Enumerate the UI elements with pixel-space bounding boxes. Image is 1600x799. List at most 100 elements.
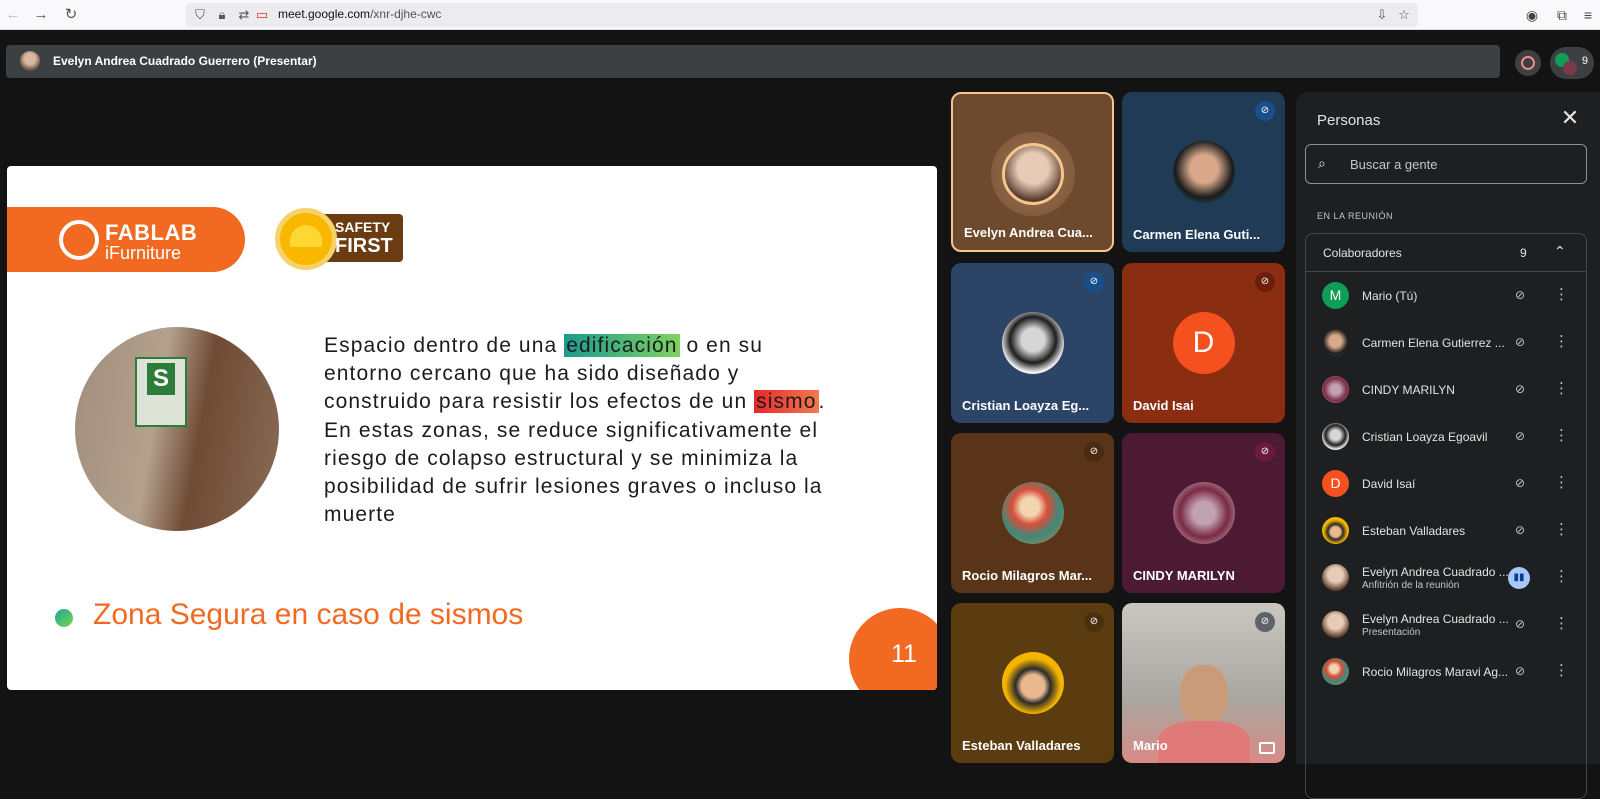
fablab-logo-icon [59,220,99,260]
tile-name: David Isai [1133,398,1194,413]
save-page-icon[interactable]: ⇩ [1374,6,1390,24]
permissions-icon[interactable]: ⇄ [236,6,252,24]
mic-off-icon[interactable]: ⊘ [1510,426,1530,446]
list-item[interactable]: M Mario (Tú) ⊘ ⋮ [1306,272,1586,319]
person-name: Carmen Elena Gutierrez ... [1362,336,1505,350]
safe-zone-sign: S [135,357,187,427]
person-name: CINDY MARILYN [1362,383,1455,397]
list-item[interactable]: Cristian Loayza Egoavil ⊘ ⋮ [1306,413,1586,460]
participants-button[interactable]: 9 [1550,47,1594,79]
presentation-audio-off-icon[interactable]: ⊘ [1510,614,1530,634]
speaking-indicator-icon: ▮▮ [1508,567,1530,589]
person-role: Presentación [1362,627,1421,638]
mic-off-icon: ⊘ [1255,101,1275,121]
more-options-icon[interactable]: ⋮ [1554,426,1569,446]
browser-toolbar: ← → ↻ ⛉ 🔒︎ ⇄ ▭ meet.google.com/xnr-djhe-… [0,0,1600,30]
participant-tile[interactable]: ⊘ Cristian Loayza Eg... [951,263,1114,423]
safety-first-logo: SAFETY FIRST [275,208,403,270]
helmet-icon [275,208,337,270]
list-item[interactable]: D David Isaí ⊘ ⋮ [1306,460,1586,507]
url-path: /xnr-djhe-cwc [370,7,442,21]
more-options-icon[interactable]: ⋮ [1554,661,1569,681]
slide-body-text: Espacio dentro de una edificación o en s… [324,332,844,529]
mic-off-icon[interactable]: ⊘ [1510,285,1530,305]
list-item[interactable]: Carmen Elena Gutierrez ... ⊘ ⋮ [1306,319,1586,366]
lock-icon[interactable]: 🔒︎ [214,6,230,24]
pip-icon[interactable] [1259,742,1275,754]
group-count: 9 [1520,246,1527,260]
bookmark-star-icon[interactable]: ☆ [1396,6,1412,24]
more-options-icon[interactable]: ⋮ [1554,567,1569,587]
participant-tile[interactable]: ⊘ Carmen Elena Guti... [1122,92,1285,252]
people-panel: Personas ✕ ⌕ EN LA REUNIÓN Colaboradores… [1296,92,1600,799]
avatar: D [1172,312,1235,374]
tile-name: Carmen Elena Guti... [1133,227,1261,242]
participant-tile[interactable]: ⊘ D David Isai [1122,263,1285,423]
more-options-icon[interactable]: ⋮ [1554,332,1569,352]
close-icon[interactable]: ✕ [1558,106,1582,130]
safety-line1: SAFETY [335,219,391,235]
person-name: Evelyn Andrea Cuadrado ... [1362,565,1509,579]
more-options-icon[interactable]: ⋮ [1554,379,1569,399]
mic-off-icon[interactable]: ⊘ [1510,473,1530,493]
tile-name: Evelyn Andrea Cua... [964,225,1093,240]
participant-tile[interactable]: ⊘ Mario [1122,603,1285,763]
list-item[interactable]: Evelyn Andrea Cuadrado ... Anfitrión de … [1306,554,1586,601]
chevron-up-icon[interactable]: ⌃ [1554,243,1566,260]
mini-avatar [1563,61,1577,75]
list-item[interactable]: Evelyn Andrea Cuadrado ... Presentación … [1306,601,1586,648]
avatar [1001,312,1064,374]
menu-icon[interactable]: ≡ [1578,5,1598,25]
more-options-icon[interactable]: ⋮ [1554,473,1569,493]
mic-off-icon[interactable]: ⊘ [1510,520,1530,540]
list-item[interactable]: Rocio Milagros Maravi Ag... ⊘ ⋮ [1306,648,1586,695]
mic-off-icon: ⊘ [1255,612,1275,632]
account-icon[interactable]: ◉ [1522,5,1542,25]
list-item[interactable]: CINDY MARILYN ⊘ ⋮ [1306,366,1586,413]
extensions-icon[interactable]: ⧉ [1552,5,1572,25]
more-options-icon[interactable]: ⋮ [1554,614,1569,634]
participant-count: 9 [1581,55,1588,67]
mic-off-icon: ⊘ [1084,442,1104,462]
mic-off-icon[interactable]: ⊘ [1510,379,1530,399]
address-bar[interactable]: ⛉ 🔒︎ ⇄ ▭ meet.google.com/xnr-djhe-cwc ⇩ … [186,3,1418,27]
avatar [1322,564,1349,591]
shield-icon[interactable]: ⛉ [192,6,208,24]
safety-line2: FIRST [335,235,393,257]
presenter-avatar [20,51,40,71]
forward-icon[interactable]: → [31,5,51,25]
reload-icon[interactable]: ↻ [61,5,81,25]
more-options-icon[interactable]: ⋮ [1554,520,1569,540]
participant-tile[interactable]: Evelyn Andrea Cua... [951,92,1114,252]
mic-off-icon[interactable]: ⊘ [1510,661,1530,681]
mic-off-icon[interactable]: ⊘ [1510,332,1530,352]
group-header[interactable]: Colaboradores 9 ⌃ [1306,234,1586,272]
avatar [1001,482,1064,544]
collaborators-group: Colaboradores 9 ⌃ M Mario (Tú) ⊘ ⋮ Carme… [1305,233,1587,799]
search-input[interactable] [1305,144,1587,184]
list-item[interactable]: Esteban Valladares ⊘ ⋮ [1306,507,1586,554]
tile-name: CINDY MARILYN [1133,568,1235,583]
participant-tile[interactable]: ⊘ Rocio Milagros Mar... [951,433,1114,593]
avatar: M [1322,282,1349,309]
participant-tile[interactable]: ⊘ CINDY MARILYN [1122,433,1285,593]
more-options-icon[interactable]: ⋮ [1554,285,1569,305]
mic-off-icon: ⊘ [1255,442,1275,462]
video-face [1180,665,1228,725]
safe-zone-photo: S [75,327,279,531]
person-name: Mario (Tú) [1362,289,1418,303]
participant-tile[interactable]: ⊘ Esteban Valladares [951,603,1114,763]
search-icon: ⌕ [1318,155,1326,171]
person-name: Cristian Loayza Egoavil [1362,430,1488,444]
avatar [1001,652,1064,714]
back-icon[interactable]: ← [3,5,23,25]
mic-off-icon: ⊘ [1084,612,1104,632]
section-label: EN LA REUNIÓN [1317,211,1394,221]
avatar [1172,482,1235,544]
camera-active-icon[interactable]: ▭ [254,6,270,24]
recording-icon[interactable] [1515,50,1541,76]
video-shirt [1158,721,1250,763]
person-role: Anfitrión de la reunión [1362,580,1460,591]
avatar [1001,143,1064,205]
brand-line2: iFurniture [105,243,182,263]
